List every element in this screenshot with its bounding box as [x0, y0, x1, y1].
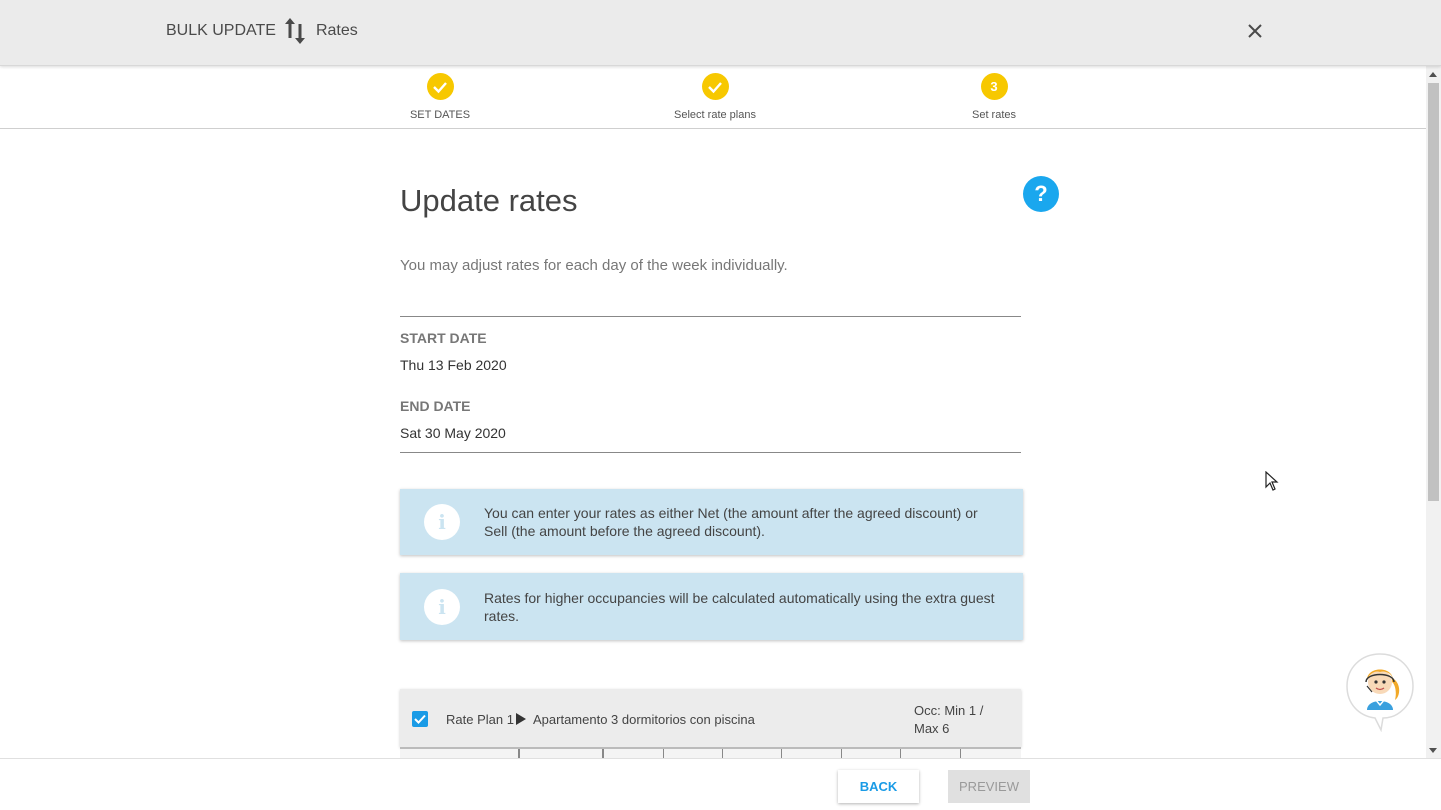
footer-bar: BACK PREVIEW: [0, 758, 1441, 810]
occupancy-info: Occ: Min 1 / Max 6: [914, 703, 984, 736]
scrollbar-thumb[interactable]: [1428, 83, 1439, 501]
back-button[interactable]: BACK: [838, 770, 919, 803]
swap-vertical-icon: [284, 16, 306, 46]
divider: [400, 316, 1021, 317]
chat-assistant-icon[interactable]: [1345, 652, 1415, 733]
bulk-update-label: BULK UPDATE: [166, 22, 276, 39]
info-icon: i: [424, 504, 460, 540]
start-date-label: START DATE: [400, 330, 487, 346]
info-box-net-sell: i You can enter your rates as either Net…: [400, 489, 1023, 555]
page-subtitle: You may adjust rates for each day of the…: [400, 257, 788, 274]
step-label: Set rates: [971, 109, 1017, 121]
room-name: Apartamento 3 dormitorios con piscina: [533, 712, 755, 727]
mouse-cursor-icon: [1265, 470, 1279, 491]
rate-plan-checkbox[interactable]: [412, 711, 428, 727]
divider: [400, 452, 1021, 453]
start-date-value: Thu 13 Feb 2020: [400, 357, 507, 373]
top-bar: BULK UPDATE Rates: [0, 0, 1441, 66]
info-text: You can enter your rates as either Net (…: [484, 505, 978, 539]
stepper: SET DATES Select rate plans 3 Set rates: [0, 66, 1426, 129]
info-text: Rates for higher occupancies will be cal…: [484, 589, 995, 624]
rate-plan-row: Rate Plan 1 Apartamento 3 dormitorios co…: [400, 689, 1021, 747]
step-select-rate-plans: Select rate plans: [645, 73, 785, 121]
step-label: SET DATES: [409, 109, 471, 121]
end-date-label: END DATE: [400, 398, 471, 414]
info-icon: i: [424, 588, 460, 625]
check-icon: [701, 73, 729, 100]
info-box-occupancy: i Rates for higher occupancies will be c…: [400, 573, 1023, 640]
vertical-scrollbar[interactable]: [1426, 66, 1441, 758]
section-label: Rates: [315, 22, 358, 39]
close-icon[interactable]: [1244, 20, 1266, 42]
scroll-down-icon[interactable]: [1429, 748, 1437, 753]
help-icon[interactable]: ?: [1023, 176, 1059, 212]
check-icon: [426, 73, 454, 100]
play-arrow-icon: [516, 713, 526, 725]
step-number: 3: [980, 73, 1008, 100]
page-header-title: BULK UPDATE Rates: [166, 16, 358, 46]
end-date-value: Sat 30 May 2020: [400, 425, 506, 441]
rate-plan-name: Rate Plan 1: [446, 712, 514, 727]
step-set-rates: 3 Set rates: [924, 73, 1064, 121]
step-label: Select rate plans: [674, 109, 756, 121]
page-title: Update rates: [400, 183, 578, 218]
step-set-dates: SET DATES: [370, 73, 510, 121]
preview-button[interactable]: PREVIEW: [948, 770, 1030, 803]
scroll-up-icon[interactable]: [1429, 72, 1437, 77]
